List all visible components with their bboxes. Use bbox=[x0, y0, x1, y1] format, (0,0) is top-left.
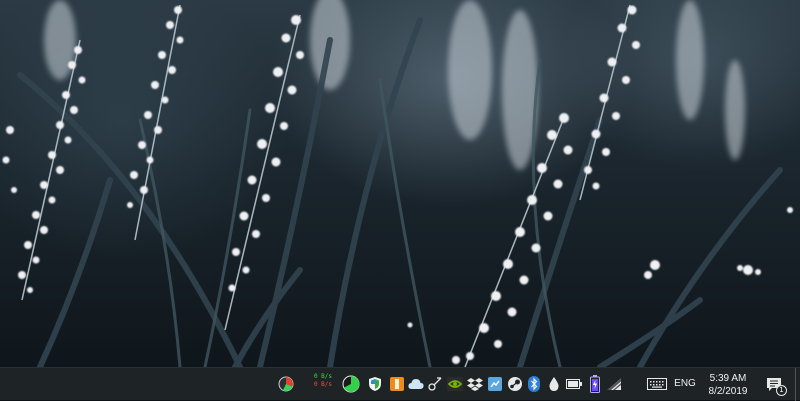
clock[interactable]: 5:39 AM 8/2/2019 bbox=[703, 372, 753, 398]
wifi-icon[interactable] bbox=[605, 375, 623, 393]
keyboard-icon[interactable] bbox=[647, 375, 667, 393]
ink-drop-icon[interactable] bbox=[545, 375, 563, 393]
show-desktop-button[interactable] bbox=[795, 368, 800, 401]
orange-app-icon[interactable] bbox=[388, 375, 406, 393]
clock-time: 5:39 AM bbox=[709, 373, 747, 384]
steam-icon[interactable] bbox=[506, 375, 524, 393]
dropbox-icon[interactable] bbox=[466, 375, 484, 393]
battery-meter-icon[interactable] bbox=[586, 375, 604, 393]
taskbar: 0 B/s 0 B/s ENG 5:39 AM 8/2/2019 1 bbox=[0, 367, 800, 401]
network-tool-icon[interactable] bbox=[426, 375, 444, 393]
nvidia-icon[interactable] bbox=[446, 375, 464, 393]
notification-count-badge: 1 bbox=[776, 385, 787, 396]
battery-icon[interactable] bbox=[565, 375, 583, 393]
cloud-icon[interactable] bbox=[407, 375, 425, 393]
upload-speed: 0 B/s bbox=[313, 373, 332, 380]
green-pie-icon[interactable] bbox=[342, 375, 360, 393]
clock-date: 8/2/2019 bbox=[708, 386, 748, 397]
desktop-wallpaper bbox=[0, 0, 800, 367]
shield-icon[interactable] bbox=[366, 375, 384, 393]
language-indicator[interactable]: ENG bbox=[674, 378, 696, 389]
network-speed-meter[interactable]: 0 B/s 0 B/s bbox=[312, 373, 332, 389]
wallpaper-art bbox=[2, 0, 793, 367]
bluetooth-icon[interactable] bbox=[525, 375, 543, 393]
screenshot-tool-icon[interactable] bbox=[486, 375, 504, 393]
pie-meter-icon[interactable] bbox=[277, 375, 295, 393]
download-speed: 0 B/s bbox=[313, 381, 332, 388]
